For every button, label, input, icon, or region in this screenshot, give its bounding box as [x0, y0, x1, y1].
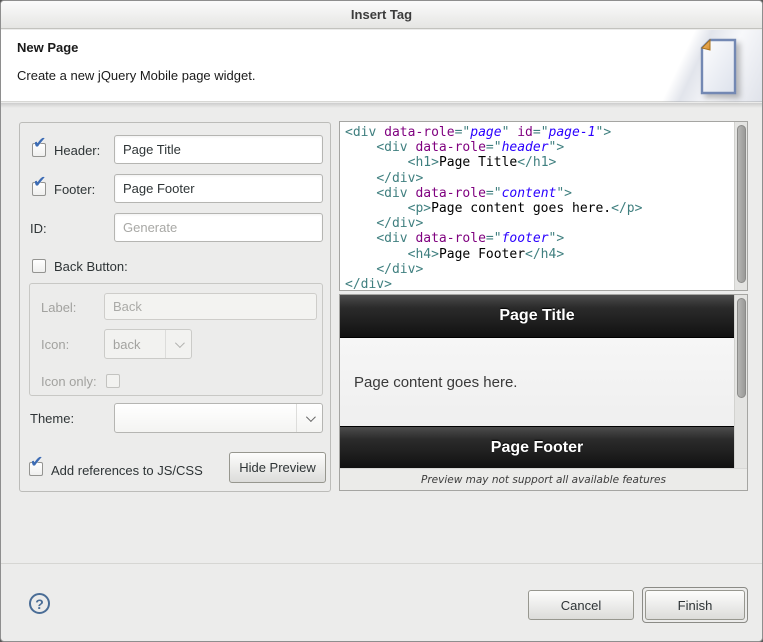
dialog-title: Insert Tag [351, 7, 412, 22]
back-button-group: Label: Icon: back Icon only: [29, 283, 323, 396]
preview-content-area: Page content goes here. [340, 338, 734, 426]
back-button-label: Back Button: [54, 259, 128, 274]
chevron-down-icon [165, 330, 191, 358]
help-button[interactable]: ? [29, 593, 50, 614]
add-references-checkbox[interactable]: ✔ [29, 462, 43, 476]
header-label: Header: [54, 143, 100, 158]
widget-preview-panel: Page Title Page content goes here. Page … [339, 294, 748, 491]
code-scrollbar-thumb[interactable] [737, 125, 746, 283]
preview-footer-text: Page Footer [491, 439, 583, 457]
add-references-label: Add references to JS/CSS [51, 463, 203, 478]
finish-default-frame: Finish [642, 587, 748, 623]
preview-disclaimer: Preview may not support all available fe… [340, 468, 747, 490]
banner-shadow [1, 103, 762, 108]
header-checkbox[interactable]: ✔ [32, 143, 46, 157]
footer-input[interactable] [114, 174, 323, 203]
preview-header-text: Page Title [499, 307, 574, 325]
back-label-label: Label: [41, 300, 76, 315]
check-icon: ✔ [33, 175, 46, 191]
preview-content-text: Page content goes here. [354, 374, 517, 391]
preview-scrollbar-thumb[interactable] [737, 298, 746, 398]
options-panel: ✔ Header: ✔ Footer: ID: Back Button: Lab… [19, 122, 331, 492]
wizard-banner: New Page Create a new jQuery Mobile page… [1, 30, 762, 102]
preview-header-bar: Page Title [340, 295, 734, 338]
back-icon-select: back [104, 329, 192, 359]
icon-only-label: Icon only: [41, 374, 97, 389]
theme-label: Theme: [30, 411, 74, 426]
question-mark-icon: ? [35, 596, 44, 612]
preview-footer-bar: Page Footer [340, 426, 734, 468]
banner-decoration [622, 30, 762, 102]
back-label-input [104, 293, 317, 320]
hide-preview-button[interactable]: Hide Preview [229, 452, 326, 483]
insert-tag-dialog: Insert Tag New Page Create a new jQuery … [0, 0, 763, 642]
button-bar-separator [1, 563, 762, 564]
page-title: New Page [17, 40, 78, 55]
new-page-document-icon [696, 38, 740, 99]
id-input[interactable] [114, 213, 323, 242]
page-subtitle: Create a new jQuery Mobile page widget. [17, 68, 255, 83]
footer-label: Footer: [54, 182, 95, 197]
generated-code: <div data-role="page" id="page-1"> <div … [345, 125, 642, 291]
back-button-checkbox[interactable] [32, 259, 46, 273]
back-icon-label: Icon: [41, 337, 69, 352]
cancel-button[interactable]: Cancel [528, 590, 634, 620]
finish-button[interactable]: Finish [645, 590, 745, 620]
footer-checkbox[interactable]: ✔ [32, 182, 46, 196]
preview-scrollbar [734, 295, 747, 468]
id-label: ID: [30, 221, 47, 236]
check-icon: ✔ [30, 455, 43, 471]
check-icon: ✔ [33, 136, 46, 152]
icon-only-checkbox [106, 374, 120, 388]
chevron-down-icon [296, 404, 322, 432]
theme-select[interactable] [114, 403, 323, 433]
code-preview-panel: <div data-role="page" id="page-1"> <div … [339, 121, 748, 291]
dialog-titlebar[interactable]: Insert Tag [1, 1, 762, 29]
code-scrollbar [734, 122, 747, 290]
back-icon-select-value: back [105, 337, 165, 352]
header-input[interactable] [114, 135, 323, 164]
preview-viewport: Page Title Page content goes here. Page … [340, 295, 734, 468]
